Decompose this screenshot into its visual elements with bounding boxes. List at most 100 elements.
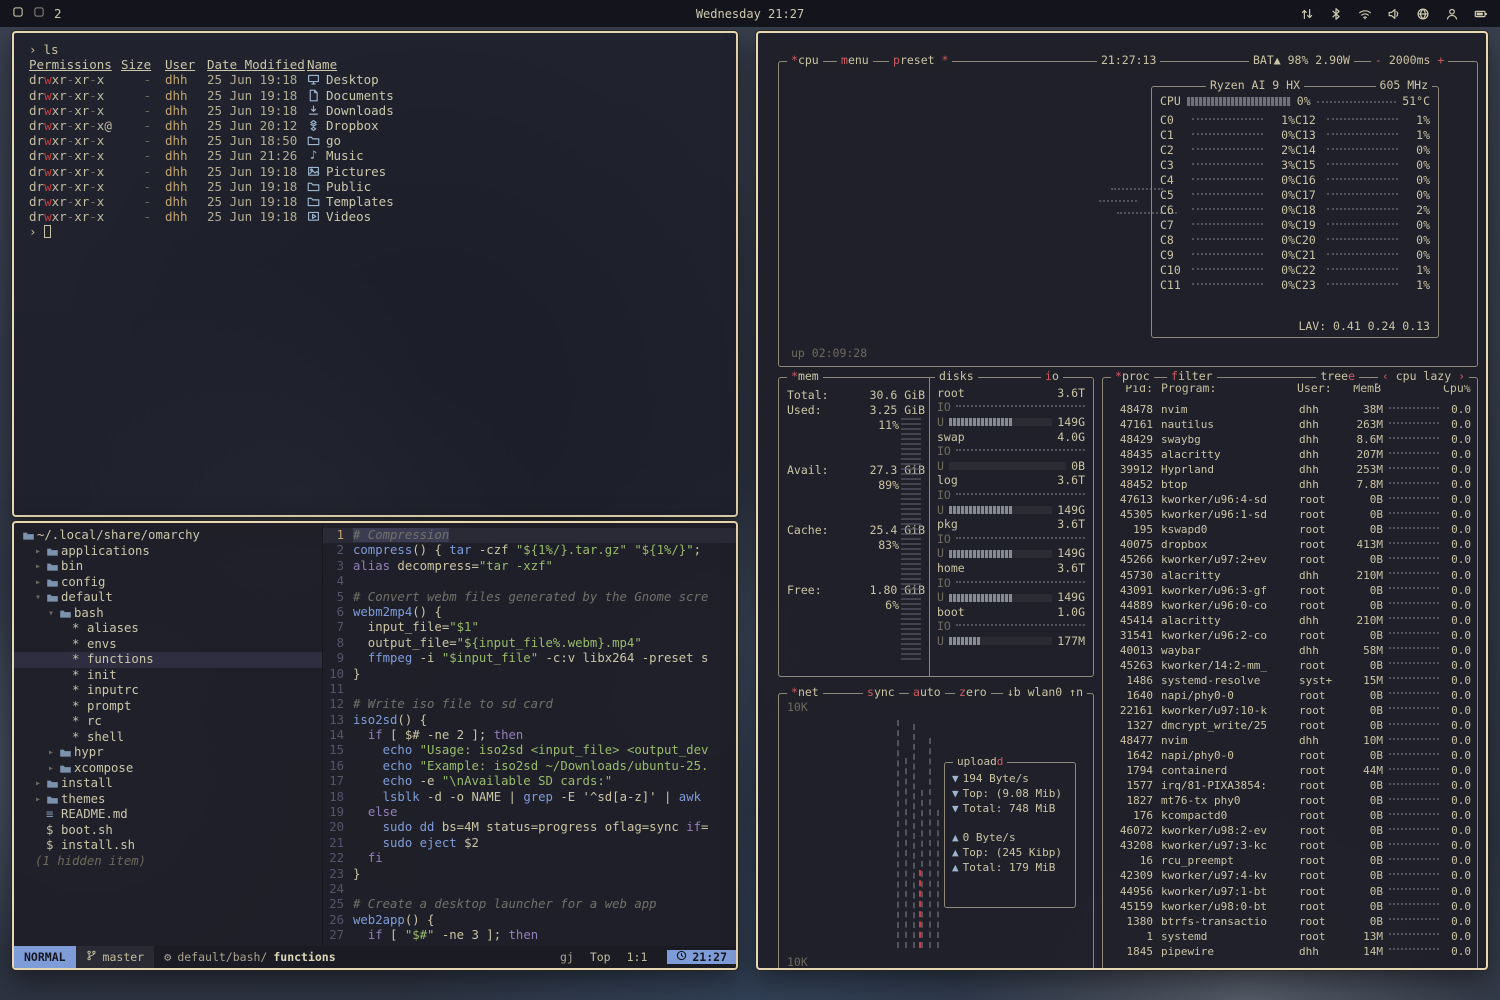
proc-info-button[interactable]: ↵ info [1169,969,1219,970]
process-row[interactable]: 44956kworker/u97:1-btroot0B0.0 [1111,884,1471,899]
process-row[interactable]: 48478nvimdhh38M0.0 [1111,402,1471,417]
tree-item-rc[interactable]: *rc [14,714,322,730]
process-row[interactable]: 42309kworker/u97:4-kvroot0B0.0 [1111,868,1471,883]
tree-item-envs[interactable]: *envs [14,637,322,653]
menu-button[interactable]: menu [837,53,873,69]
process-row[interactable]: 1327dmcrypt_write/25root0B0.0 [1111,718,1471,733]
interval-plus-button[interactable]: + [1437,53,1444,67]
net-auto-tab[interactable]: auto [909,685,945,701]
bluetooth-icon[interactable] [1329,7,1343,21]
process-row[interactable]: 39912Hyprlanddhh253M0.0 [1111,462,1471,477]
workspace-indicator[interactable]: 2 [12,6,62,21]
tree-item-readme-md[interactable]: ≡README.md [14,807,322,823]
tree-item-shell[interactable]: *shell [14,730,322,746]
process-row[interactable]: 1380btrfs-transactioroot0B0.0 [1111,914,1471,929]
process-row[interactable]: 1systemdroot13M0.0 [1111,929,1471,944]
process-row[interactable]: 45263kworker/14:2-mm_root0B0.0 [1111,658,1471,673]
name-cell[interactable]: Videos [307,209,371,224]
mem-box-tab[interactable]: *mem [787,369,823,385]
tree-item-bash[interactable]: ▾bash [14,606,322,622]
tree-item-init[interactable]: *init [14,668,322,684]
name-cell[interactable]: go [307,133,341,148]
proc-signals-button[interactable]: ‹ signals [1227,969,1297,970]
name-cell[interactable]: Desktop [307,72,379,87]
process-row[interactable]: 47613kworker/u96:4-sdroot0B0.0 [1111,492,1471,507]
tree-item--local-share-omarchy[interactable]: ~/.local/share/omarchy [14,528,322,544]
process-row[interactable]: 48429swaybgdhh8.6M0.0 [1111,432,1471,447]
process-row[interactable]: 45305kworker/u96:1-sdroot0B0.0 [1111,507,1471,522]
tree-item-inputrc[interactable]: *inputrc [14,683,322,699]
cpu-box-tab[interactable]: *cpu [787,53,823,69]
net-zero-tab[interactable]: zero [955,685,991,701]
io-tab[interactable]: io [1041,369,1063,385]
volume-icon[interactable] [1387,7,1401,21]
network-icon[interactable] [1416,7,1430,21]
process-row[interactable]: 48477nvimdhh10M0.0 [1111,733,1471,748]
proc-sort-tab[interactable]: ‹ cpu lazy › [1378,369,1469,385]
proc-box-tab[interactable]: *proc [1111,369,1154,385]
process-row[interactable]: 46072kworker/u98:2-evroot0B0.0 [1111,823,1471,838]
code-editor[interactable]: 1# Compression2compress() { tar -czf "${… [322,523,736,946]
process-row[interactable]: 45159kworker/u98:0-btroot0B0.0 [1111,899,1471,914]
tree-item-prompt[interactable]: *prompt [14,699,322,715]
process-row[interactable]: 40075dropboxroot413M0.0 [1111,537,1471,552]
process-row[interactable]: 1577irq/81-PIXA3854:root0B0.0 [1111,778,1471,793]
process-row[interactable]: 1486systemd-resolvesyst+15M0.0 [1111,673,1471,688]
tree-item-config[interactable]: ▸config [14,575,322,591]
process-row[interactable]: 31541kworker/u96:2-coroot0B0.0 [1111,628,1471,643]
net-box-tab[interactable]: *net [787,685,823,701]
process-row[interactable]: 45730alacrittydhh210M0.0 [1111,568,1471,583]
name-cell[interactable]: Templates [307,194,394,209]
tree-item-default[interactable]: ▾default [14,590,322,606]
tree-item-install-sh[interactable]: $install.sh [14,838,322,854]
tree-item-themes[interactable]: ▸themes [14,792,322,808]
process-row[interactable]: 1640napi/phy0-0root0B0.0 [1111,688,1471,703]
process-row[interactable]: 176kcompactd0root0B0.0 [1111,808,1471,823]
tree-item-applications[interactable]: ▸applications [14,544,322,560]
process-row[interactable]: 45266kworker/u97:2+evroot0B0.0 [1111,552,1471,567]
workspace-number[interactable]: 2 [54,6,62,21]
net-interface[interactable]: ↓b wlan0 ↑n [1003,685,1087,701]
tree-item-boot-sh[interactable]: $boot.sh [14,823,322,839]
process-row[interactable]: 48435alacrittydhh207M0.0 [1111,447,1471,462]
process-row[interactable]: 1642napi/phy0-0root0B0.0 [1111,748,1471,763]
name-cell[interactable]: Documents [307,88,394,103]
name-cell[interactable]: Pictures [307,164,386,179]
process-row[interactable]: 16rcu_preemptroot0B0.0 [1111,853,1471,868]
process-row[interactable]: 1827mt76-tx phy0root0B0.0 [1111,793,1471,808]
process-row[interactable]: 22161kworker/u97:10-kroot0B0.0 [1111,703,1471,718]
name-cell[interactable]: Public [307,179,371,194]
process-row[interactable]: 43208kworker/u97:3-kcroot0B0.0 [1111,838,1471,853]
tree-item-hypr[interactable]: ▸hypr [14,745,322,761]
process-row[interactable]: 40013waybardhh58M0.0 [1111,643,1471,658]
process-row[interactable]: 1845pipewiredhh14M0.0 [1111,944,1471,959]
process-row[interactable]: 1794containerdroot44M0.0 [1111,763,1471,778]
workspace-app-icon[interactable] [12,6,24,21]
tree-item-install[interactable]: ▸install [14,776,322,792]
tree-item-functions[interactable]: *functions [14,652,322,668]
wifi-icon[interactable] [1358,7,1372,21]
preset-button[interactable]: preset * [889,53,952,69]
proc-tree-tab[interactable]: treee [1316,369,1359,385]
name-cell[interactable]: Dropbox [307,118,379,133]
disks-tab[interactable]: disks [935,369,978,385]
tree-item-aliases[interactable]: *aliases [14,621,322,637]
net-sync-tab[interactable]: sync [863,685,899,701]
process-row[interactable]: 195kswapd0root0B0.0 [1111,522,1471,537]
process-row[interactable]: 44889kworker/u96:0-coroot0B0.0 [1111,598,1471,613]
name-cell[interactable]: Downloads [307,103,394,118]
user-icon[interactable] [1445,7,1459,21]
tree-item-bin[interactable]: ▸bin [14,559,322,575]
name-cell[interactable]: ♪Music [307,148,364,163]
command-line-empty[interactable]: › [29,224,721,239]
interval-minus-button[interactable]: - [1375,53,1382,67]
process-row[interactable]: 47161nautilusdhh263M0.0 [1111,417,1471,432]
process-row[interactable]: 43091kworker/u96:3-gfroot0B0.0 [1111,583,1471,598]
upload-tab[interactable]: uploadd [953,754,1007,770]
battery-icon[interactable] [1474,7,1488,21]
tree-item-xcompose[interactable]: ▸xcompose [14,761,322,777]
proc-select-button[interactable]: select [1111,969,1161,970]
process-row[interactable]: 45414alacrittydhh210M0.0 [1111,613,1471,628]
workspace-app-icon[interactable] [33,6,45,21]
updates-icon[interactable] [1300,7,1314,21]
